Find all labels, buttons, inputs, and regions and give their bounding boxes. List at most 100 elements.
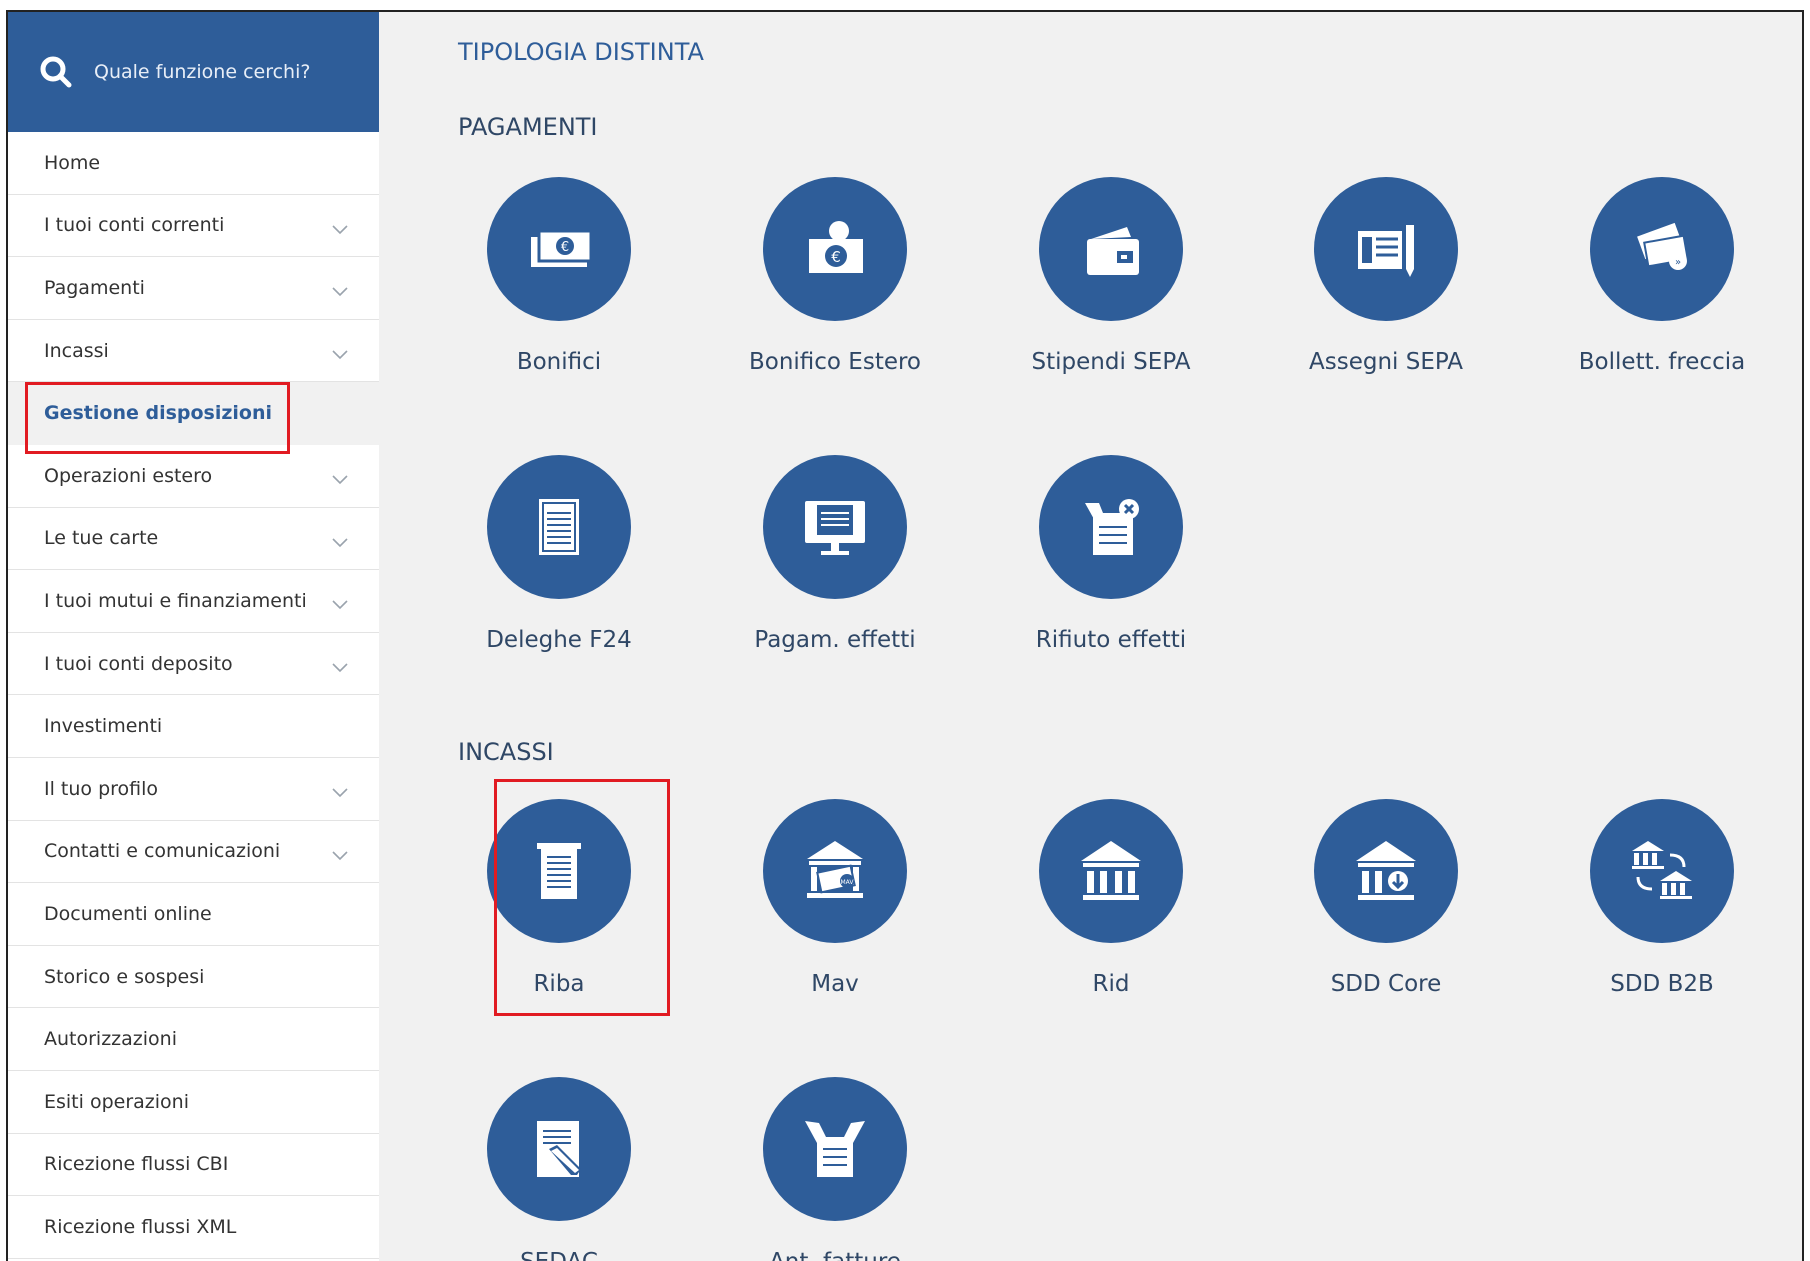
page-title: TIPOLOGIA DISTINTA	[458, 38, 704, 66]
sidebar-item-autorizzazioni[interactable]: Autorizzazioni	[8, 1008, 379, 1071]
chevron-down-icon[interactable]	[331, 281, 349, 297]
sidebar-item-ricezione-flussi-xml[interactable]: Ricezione flussi XML	[8, 1196, 379, 1259]
tile-bonifico-estero[interactable]: € Bonifico Estero	[720, 177, 950, 407]
sidebar-item-home[interactable]: Home	[8, 132, 379, 195]
tile-stipendi-sepa[interactable]: Stipendi SEPA	[996, 177, 1226, 407]
bank-icon[interactable]	[1039, 799, 1183, 943]
svg-text:€: €	[831, 248, 841, 266]
chevron-down-icon[interactable]	[331, 782, 349, 798]
bank-download-icon[interactable]	[1314, 799, 1458, 943]
section-heading-pagamenti: PAGAMENTI	[458, 113, 598, 141]
sidebar-item-investimenti[interactable]: Investimenti	[8, 695, 379, 758]
tile-sdd-core[interactable]: SDD Core	[1271, 799, 1501, 1029]
sidebar-item-operazioni-estero[interactable]: Operazioni estero	[8, 444, 379, 508]
tile-deleghe-f24[interactable]: Deleghe F24	[444, 455, 674, 685]
svg-text:MAV: MAV	[840, 879, 854, 886]
sidebar-item-label: Autorizzazioni	[44, 1028, 177, 1051]
tile-label: Mav	[811, 971, 859, 997]
sidebar-item-label: Contatti e comunicazioni	[44, 840, 281, 863]
chevron-down-icon[interactable]	[331, 469, 349, 485]
search-input[interactable]: Quale funzione cerchi?	[94, 61, 310, 83]
receipt-icon[interactable]	[487, 799, 631, 943]
svg-text:»: »	[1675, 257, 1681, 268]
tile-label: SDD B2B	[1610, 971, 1714, 997]
tile-label: Stipendi SEPA	[1031, 349, 1191, 375]
sidebar-item-storico-e-sospesi[interactable]: Storico e sospesi	[8, 945, 379, 1009]
tile-label: Ant. fatture	[720, 1249, 950, 1261]
tile-rifiuto-effetti[interactable]: Rifiuto effetti	[996, 455, 1226, 685]
tile-sdd-b2b[interactable]: SDD B2B	[1547, 799, 1777, 1029]
tile-label: Rifiuto effetti	[1035, 627, 1187, 653]
tile-label: Pagam. effetti	[754, 627, 916, 653]
sidebar-item-contatti-e-comunicazioni[interactable]: Contatti e comunicazioni	[8, 820, 379, 884]
tile-label: Bonifici	[516, 349, 602, 375]
tile-label: Deleghe F24	[486, 627, 632, 653]
sidebar-item-label: Gestione disposizioni	[44, 402, 273, 425]
search-bar[interactable]: Quale funzione cerchi?	[8, 12, 379, 132]
sidebar-item-label: Le tue carte	[44, 527, 159, 550]
banknotes-euro-icon[interactable]: €	[487, 177, 631, 321]
search-icon[interactable]	[38, 54, 74, 90]
sidebar-item-documenti-online[interactable]: Documenti online	[8, 883, 379, 946]
sidebar: Quale funzione cerchi? Home I tuoi conti …	[8, 12, 379, 1261]
sidebar-item-label: I tuoi conti correnti	[44, 214, 225, 237]
sidebar-item-label: Documenti online	[44, 902, 212, 925]
chevron-down-icon[interactable]	[331, 594, 349, 610]
sidebar-item-le-tue-carte[interactable]: Le tue carte	[8, 507, 379, 571]
sidebar-item-il-tuo-profilo[interactable]: Il tuo profilo	[8, 757, 379, 821]
sidebar-item-label: Ricezione flussi XML	[44, 1215, 237, 1238]
sidebar-item-label: Storico e sospesi	[44, 965, 205, 988]
chevron-down-icon[interactable]	[331, 344, 349, 359]
section-heading-incassi: INCASSI	[458, 738, 554, 766]
tile-label: SEDAC	[444, 1249, 674, 1261]
tile-pagam-effetti[interactable]: Pagam. effetti	[720, 455, 950, 685]
chevron-down-icon[interactable]	[331, 219, 349, 234]
main-content: TIPOLOGIA DISTINTA PAGAMENTI INCASSI € Bo…	[379, 12, 1802, 1261]
tile-label: SDD Core	[1330, 971, 1442, 997]
bill-arrow-icon[interactable]: »	[1590, 177, 1734, 321]
reject-document-icon[interactable]	[1039, 455, 1183, 599]
tax-form-icon[interactable]	[487, 455, 631, 599]
chevron-down-icon[interactable]	[331, 845, 349, 860]
sidebar-item-label: I tuoi mutui e finanziamenti	[44, 589, 307, 612]
sidebar-item-label: Investimenti	[44, 715, 163, 738]
chevron-down-icon[interactable]	[331, 657, 349, 672]
sidebar-menu: Home I tuoi conti correnti Pagamenti Incass…	[8, 132, 379, 1259]
sidebar-item-label: Incassi	[44, 339, 109, 362]
wallet-icon[interactable]	[1039, 177, 1183, 321]
monitor-document-icon[interactable]	[763, 455, 907, 599]
sidebar-item-label: Esiti operazioni	[44, 1090, 189, 1113]
sidebar-item-gestione-disposizioni[interactable]: Gestione disposizioni	[8, 382, 379, 445]
tile-riba[interactable]: Riba	[444, 799, 674, 1029]
sidebar-item-i-tuoi-conti-correnti[interactable]: I tuoi conti correnti	[8, 194, 379, 258]
tile-mav[interactable]: MAV Mav	[720, 799, 950, 1029]
tile-sedac[interactable]: SEDAC	[444, 1077, 674, 1261]
sidebar-item-incassi[interactable]: Incassi	[8, 319, 379, 383]
tile-assegni-sepa[interactable]: Assegni SEPA	[1271, 177, 1501, 407]
chevron-down-icon[interactable]	[331, 532, 349, 547]
sidebar-item-label: Pagamenti	[44, 276, 145, 299]
sidebar-item-esiti-operazioni[interactable]: Esiti operazioni	[8, 1070, 379, 1134]
tile-label: Riba	[533, 971, 585, 997]
tile-label: Bollett. freccia	[1578, 349, 1746, 375]
tile-bonifici[interactable]: € Bonifici	[444, 177, 674, 407]
svg-text:€: €	[561, 240, 569, 255]
sidebar-item-pagamenti[interactable]: Pagamenti	[8, 257, 379, 320]
sidebar-item-i-tuoi-conti-deposito[interactable]: I tuoi conti deposito	[8, 632, 379, 696]
tile-label: Bonifico Estero	[748, 349, 922, 375]
sidebar-item-label: Ricezione flussi CBI	[44, 1153, 229, 1176]
bank-mav-icon[interactable]: MAV	[763, 799, 907, 943]
tile-rid[interactable]: Rid	[996, 799, 1226, 1029]
sidebar-item-ricezione-flussi-cbi[interactable]: Ricezione flussi CBI	[8, 1133, 379, 1197]
hands-document-icon[interactable]	[763, 1077, 907, 1221]
sidebar-item-i-tuoi-mutui-e-finanziamenti[interactable]: I tuoi mutui e finanziamenti	[8, 570, 379, 633]
sidebar-item-label: Home	[44, 151, 101, 174]
cheque-pen-icon[interactable]	[1314, 177, 1458, 321]
tile-bollett-freccia[interactable]: » Bollett. freccia	[1547, 177, 1777, 407]
tile-label: Rid	[1092, 971, 1130, 997]
document-pencil-icon[interactable]	[487, 1077, 631, 1221]
banknote-globe-icon[interactable]: €	[763, 177, 907, 321]
tile-ant-fatture[interactable]: Ant. fatture	[720, 1077, 950, 1261]
bank-transfer-icon[interactable]	[1590, 799, 1734, 943]
sidebar-item-label: Operazioni estero	[44, 464, 213, 487]
